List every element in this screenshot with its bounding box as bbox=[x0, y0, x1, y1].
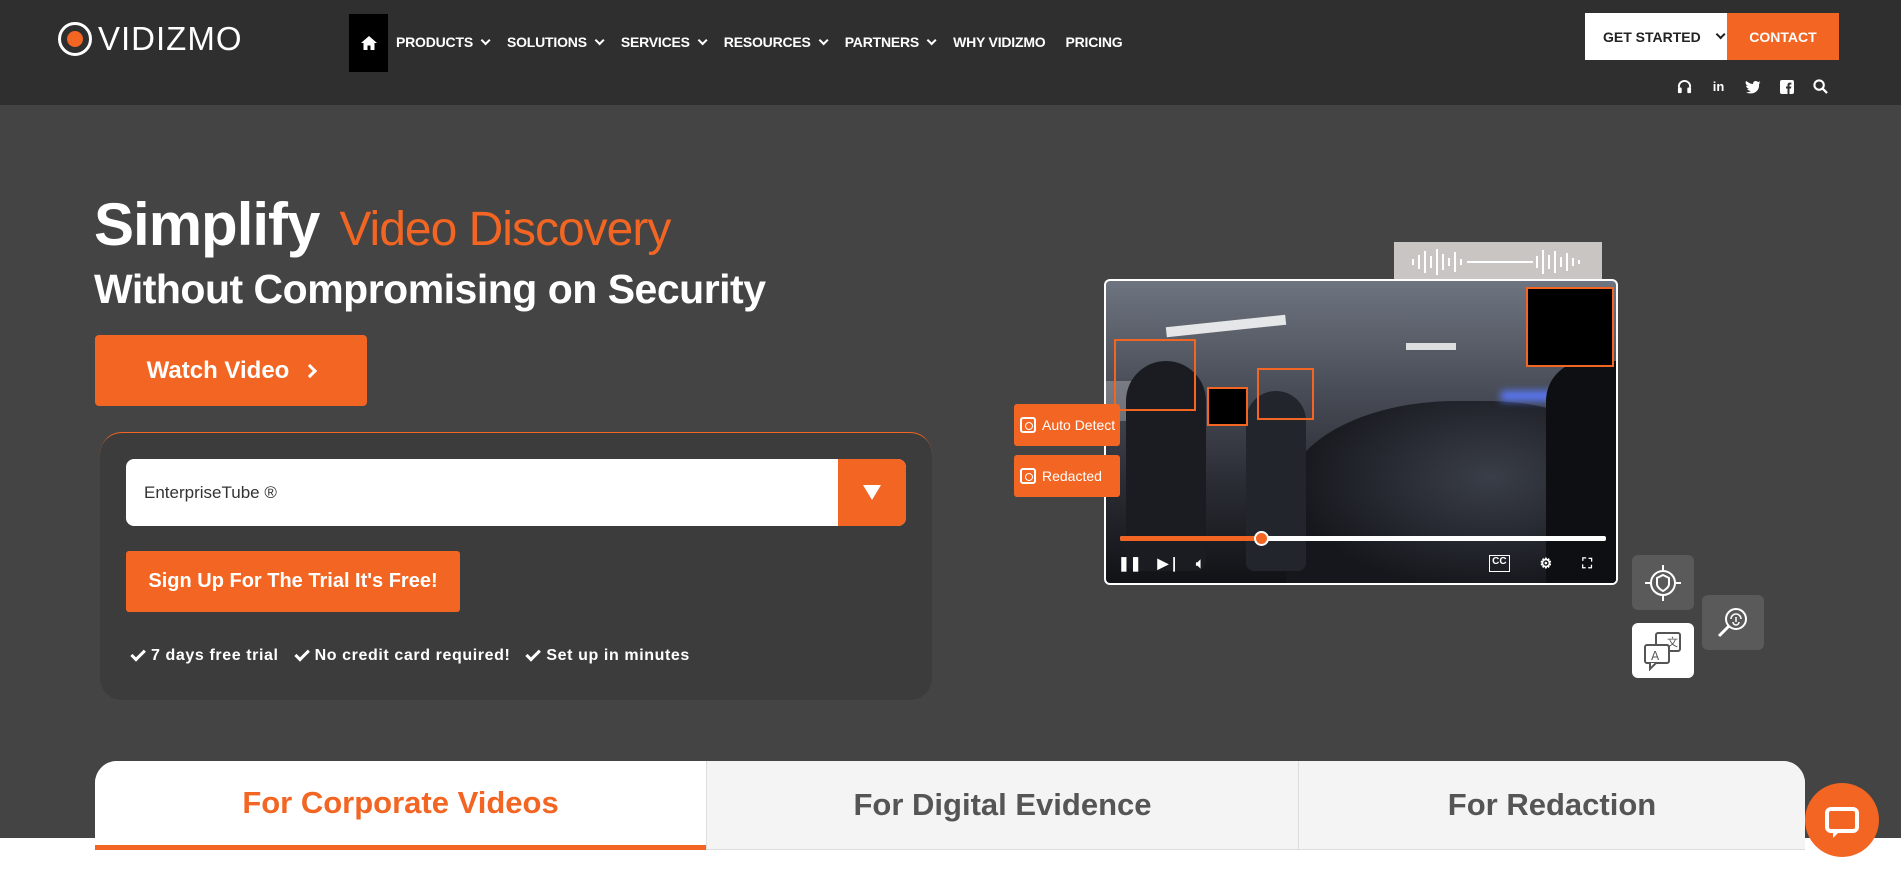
nav-products[interactable]: PRODUCTS bbox=[396, 34, 491, 50]
caret-down-icon bbox=[863, 485, 881, 500]
nav-label: SERVICES bbox=[620, 34, 690, 50]
home-icon bbox=[360, 36, 377, 50]
nav-services[interactable]: SERVICES bbox=[620, 34, 708, 50]
perk-label: 7 days free trial bbox=[151, 647, 279, 664]
tag-label: Auto Detect bbox=[1042, 417, 1116, 433]
chevron-down-icon bbox=[697, 34, 708, 45]
video-progress-bar[interactable] bbox=[1120, 531, 1606, 546]
detect-icon bbox=[1020, 417, 1036, 433]
detect-icon bbox=[1020, 468, 1036, 484]
check-icon bbox=[293, 646, 310, 662]
nav-label: PRICING bbox=[1065, 34, 1123, 50]
facebook-icon[interactable] bbox=[1778, 78, 1795, 95]
svg-text:文: 文 bbox=[1667, 635, 1678, 649]
ai-shield-icon bbox=[1632, 555, 1694, 610]
redaction-video-player[interactable]: ❚❚ ▶❘ 🔈︎ CC ⚙︎ ⛶ bbox=[1104, 279, 1618, 585]
headset-icon[interactable] bbox=[1676, 78, 1693, 95]
redaction-box bbox=[1207, 387, 1248, 426]
check-icon bbox=[525, 646, 542, 662]
redacted-tag: Redacted bbox=[1014, 455, 1120, 497]
video-progress-fill bbox=[1120, 536, 1261, 541]
nav-label: SOLUTIONS bbox=[506, 34, 587, 50]
nav-label: PARTNERS bbox=[844, 34, 920, 50]
nav-why-vidizmo[interactable]: WHY VIDIZMO bbox=[953, 34, 1046, 50]
volume-icon[interactable]: 🔈︎ bbox=[1196, 555, 1204, 572]
chevron-down-icon bbox=[1715, 29, 1726, 40]
chevron-down-icon bbox=[818, 34, 829, 45]
auto-detect-tag: Auto Detect bbox=[1014, 404, 1120, 446]
nav-label: PRODUCTS bbox=[396, 34, 473, 50]
skip-next-icon[interactable]: ▶❘ bbox=[1157, 555, 1180, 572]
player-controls: ❚❚ ▶❘ 🔈︎ CC ⚙︎ ⛶ bbox=[1118, 553, 1608, 573]
contact-button[interactable]: CONTACT bbox=[1727, 13, 1839, 60]
chevron-down-icon bbox=[594, 34, 605, 45]
fullscreen-icon[interactable]: ⛶ bbox=[1582, 555, 1592, 572]
nav-partners[interactable]: PARTNERS bbox=[844, 34, 937, 50]
scene-person bbox=[1546, 361, 1616, 583]
hero-title-accent: Video Discovery bbox=[339, 203, 671, 256]
perk-label: Set up in minutes bbox=[546, 647, 690, 664]
check-icon bbox=[130, 646, 146, 662]
hero-title: Simplify Video Discovery bbox=[94, 190, 671, 259]
chat-button[interactable] bbox=[1805, 783, 1879, 857]
tab-digital-evidence[interactable]: For Digital Evidence bbox=[706, 761, 1298, 850]
scene-light bbox=[1165, 314, 1287, 338]
chevron-right-icon bbox=[303, 363, 318, 378]
signup-trial-button[interactable]: Sign Up For The Trial It's Free! bbox=[126, 551, 460, 612]
watch-video-button[interactable]: Watch Video bbox=[95, 335, 367, 406]
trial-perks: 7 days free trial No credit card require… bbox=[130, 646, 690, 665]
perk-label: No credit card required! bbox=[314, 647, 511, 664]
redaction-box bbox=[1526, 287, 1614, 367]
pause-icon[interactable]: ❚❚ bbox=[1118, 555, 1141, 572]
site-header: VIDIZMO PRODUCTS SOLUTIONS SERVICES RESO… bbox=[0, 0, 1901, 105]
detection-box bbox=[1114, 339, 1196, 411]
settings-icon[interactable]: ⚙︎ bbox=[1540, 555, 1553, 572]
hero-subtitle: Without Compromising on Security bbox=[94, 266, 766, 312]
captions-icon[interactable]: CC bbox=[1489, 554, 1510, 572]
get-started-button[interactable]: GET STARTED bbox=[1585, 13, 1727, 60]
tag-label: Redacted bbox=[1042, 468, 1102, 484]
nav-pricing[interactable]: PRICING bbox=[1066, 34, 1123, 50]
svg-text:A: A bbox=[1651, 649, 1660, 663]
hero-title-main: Simplify bbox=[94, 191, 320, 258]
audio-waveform bbox=[1394, 242, 1602, 282]
product-select-value: EnterpriseTube ® bbox=[144, 482, 277, 502]
detection-box bbox=[1257, 368, 1314, 420]
scene-light bbox=[1406, 343, 1456, 350]
get-started-label: GET STARTED bbox=[1603, 28, 1701, 45]
home-button[interactable] bbox=[349, 14, 388, 72]
product-select[interactable]: EnterpriseTube ® bbox=[126, 459, 906, 526]
video-progress-knob[interactable] bbox=[1253, 531, 1269, 546]
perk-item: No credit card required! bbox=[293, 646, 511, 665]
vidizmo-logo[interactable]: VIDIZMO bbox=[58, 20, 243, 58]
chat-icon bbox=[1825, 807, 1859, 838]
logo-text: VIDIZMO bbox=[98, 20, 243, 57]
tab-redaction[interactable]: For Redaction bbox=[1298, 761, 1805, 850]
use-case-tabs: For Corporate Videos For Digital Evidenc… bbox=[95, 761, 1805, 877]
fingerprint-search-icon bbox=[1702, 595, 1764, 650]
waveform-icon bbox=[1412, 249, 1580, 275]
chevron-down-icon bbox=[926, 34, 937, 45]
translate-icon: A文 bbox=[1632, 623, 1694, 678]
tab-corporate-videos[interactable]: For Corporate Videos bbox=[95, 761, 706, 850]
twitter-icon[interactable] bbox=[1744, 78, 1761, 95]
watch-video-label: Watch Video bbox=[146, 356, 290, 384]
nav-label: WHY VIDIZMO bbox=[953, 34, 1046, 50]
perk-item: Set up in minutes bbox=[525, 646, 690, 665]
chevron-down-icon bbox=[480, 34, 491, 45]
social-links: in bbox=[1676, 78, 1829, 95]
search-icon[interactable] bbox=[1812, 78, 1829, 95]
main-nav: PRODUCTS SOLUTIONS SERVICES RESOURCES PA… bbox=[396, 34, 1142, 50]
logo-mark-icon bbox=[58, 22, 92, 56]
nav-label: RESOURCES bbox=[723, 34, 811, 50]
perk-item: 7 days free trial bbox=[130, 646, 279, 665]
linkedin-icon[interactable]: in bbox=[1710, 78, 1727, 95]
nav-resources[interactable]: RESOURCES bbox=[723, 34, 829, 50]
nav-solutions[interactable]: SOLUTIONS bbox=[506, 34, 605, 50]
product-select-toggle[interactable] bbox=[838, 459, 906, 526]
